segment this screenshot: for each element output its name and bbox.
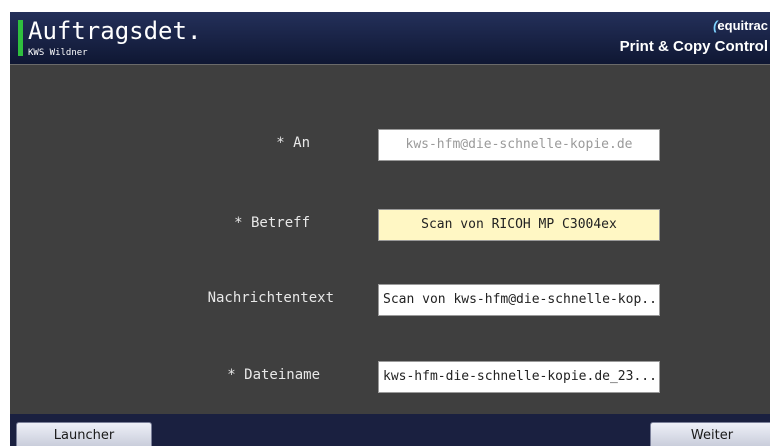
footer-bar: Launcher Weiter [10,414,770,446]
brand-subtitle: Print & Copy Control [619,38,768,55]
message-field[interactable]: Scan von kws-hfm@die-schnelle-kop... [378,284,660,316]
label-filename: * Dateiname [227,367,320,383]
next-button[interactable]: Weiter [650,422,770,446]
label-message: Nachrichtentext [207,290,334,306]
header: Auftragsdet. KWS Wildner (equitrac Print… [10,12,770,64]
subject-field[interactable]: Scan von RICOH MP C3004ex [378,209,660,241]
launcher-button[interactable]: Launcher [16,422,152,446]
page-title: Auftragsdet. [28,17,202,45]
accent-bar [18,20,23,56]
to-field[interactable]: kws-hfm@die-schnelle-kopie.de [378,129,660,161]
brand-logo: (equitrac [713,18,768,33]
user-name: KWS Wildner [28,48,88,58]
filename-field[interactable]: kws-hfm-die-schnelle-kopie.de_23.... [378,361,660,393]
brand-name: equitrac [717,18,768,33]
label-subject: * Betreff [234,215,310,231]
form-area: * An kws-hfm@die-schnelle-kopie.de * Bet… [10,64,770,415]
label-to: * An [276,135,310,151]
screen: Auftragsdet. KWS Wildner (equitrac Print… [10,12,770,446]
